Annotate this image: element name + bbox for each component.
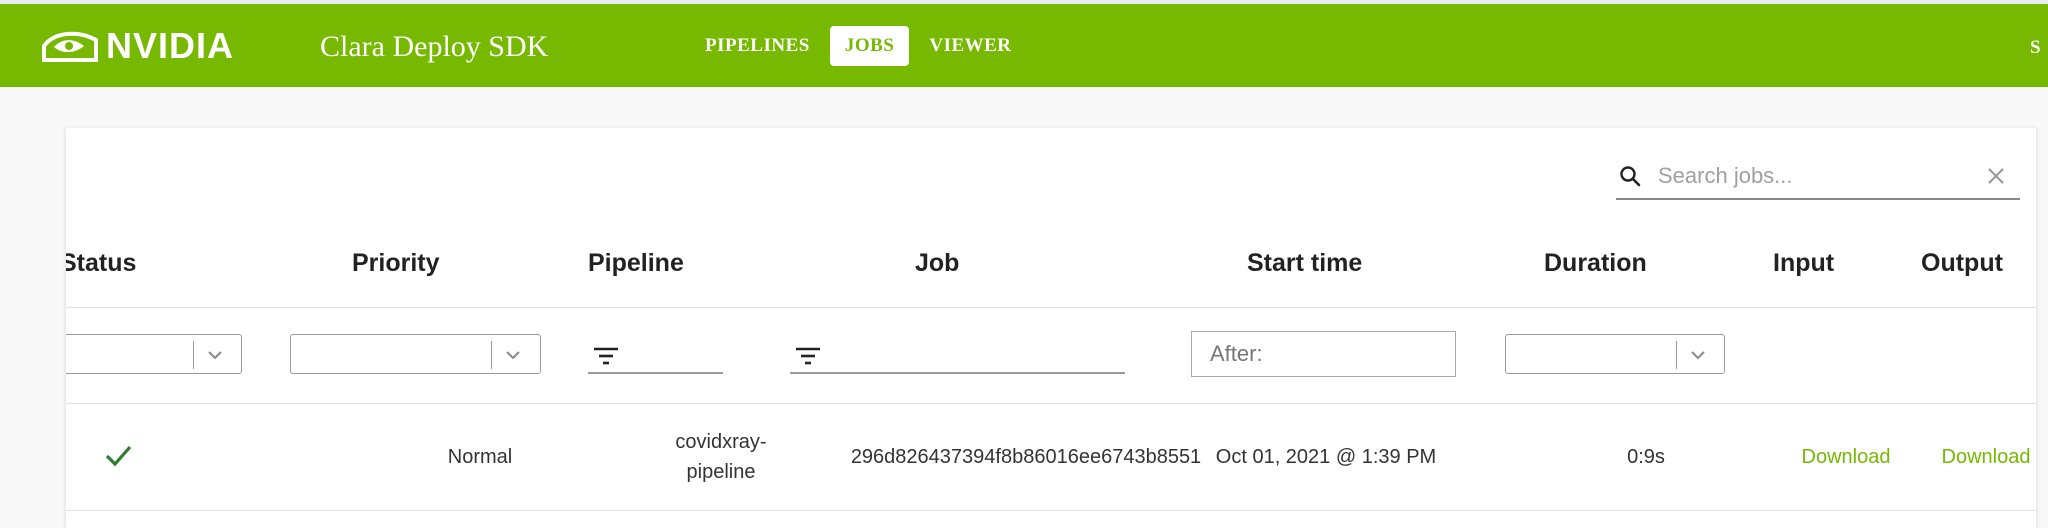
select-separator [193, 341, 194, 369]
app-header: NVIDIA Clara Deploy SDK PIPELINES JOBS V… [0, 4, 2048, 87]
row-duration: 0:9s [1627, 446, 1665, 468]
status-filter-select[interactable] [66, 334, 242, 374]
duration-filter-select[interactable] [1505, 334, 1725, 374]
output-download-link[interactable]: Download [1926, 442, 2036, 472]
chevron-down-icon [1691, 351, 1705, 360]
select-separator [1676, 341, 1677, 369]
chevron-down-icon [208, 351, 222, 360]
column-header-pipeline[interactable]: Pipeline [588, 248, 684, 306]
input-download-link[interactable]: Download [1766, 442, 1926, 472]
nav-jobs[interactable]: JOBS [829, 26, 910, 66]
nav-pipelines[interactable]: PIPELINES [690, 26, 825, 66]
search-input[interactable] [1656, 160, 1960, 192]
jobs-table-card: Status Priority Pipeline Job Start time … [66, 128, 2036, 528]
nvidia-eye-icon [42, 31, 98, 62]
check-icon [105, 445, 132, 467]
select-separator [491, 341, 492, 369]
logo-wordmark: NVIDIA [106, 25, 235, 66]
priority-filter-select[interactable] [290, 334, 541, 374]
column-header-priority[interactable]: Priority [352, 248, 440, 306]
column-header-output[interactable]: Output [1921, 248, 2003, 306]
filter-row-divider [66, 403, 2036, 404]
main-nav: PIPELINES JOBS VIEWER [690, 25, 1032, 67]
pipeline-filter[interactable] [588, 338, 723, 374]
app-title: Clara Deploy SDK [320, 30, 549, 63]
search-icon [1620, 166, 1641, 187]
header-divider [66, 307, 2036, 308]
filter-icon [796, 347, 820, 365]
chevron-down-icon [506, 351, 520, 360]
row-divider [66, 510, 2036, 511]
column-header-start-time[interactable]: Start time [1247, 248, 1362, 306]
header-right-menu[interactable]: S [2030, 37, 2041, 59]
column-header-status[interactable]: Status [66, 248, 136, 306]
column-header-duration[interactable]: Duration [1544, 248, 1647, 306]
nav-viewer[interactable]: VIEWER [914, 26, 1026, 66]
job-filter[interactable] [790, 338, 1125, 374]
column-header-job[interactable]: Job [915, 248, 959, 306]
column-header-input[interactable]: Input [1773, 248, 1834, 306]
row-priority: Normal [447, 446, 513, 468]
start-time-after-input[interactable] [1191, 331, 1456, 377]
nvidia-logo[interactable]: NVIDIA [40, 26, 234, 66]
row-start-time: Oct 01, 2021 @ 1:39 PM [1215, 446, 1437, 468]
clear-search-icon[interactable] [1984, 164, 2008, 188]
search-box [1616, 156, 2020, 200]
filter-icon [594, 347, 618, 365]
